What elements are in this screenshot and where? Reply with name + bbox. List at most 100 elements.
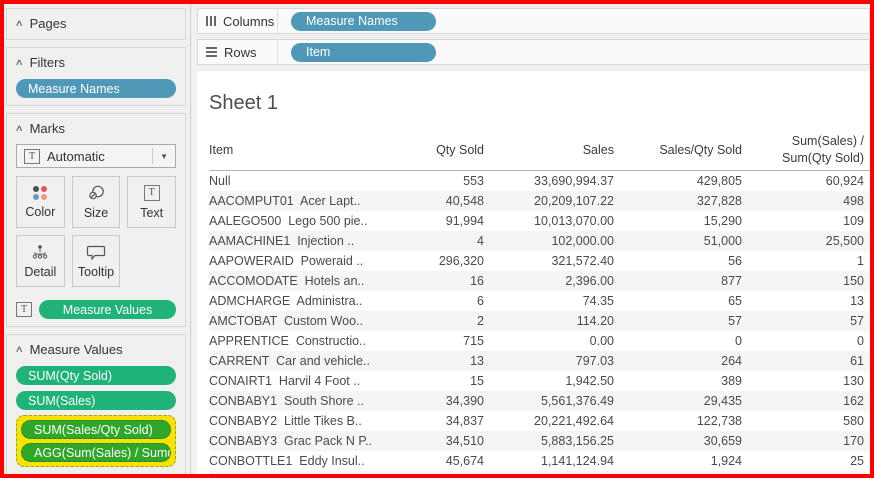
column-header[interactable]: Sales (484, 143, 614, 157)
color-button[interactable]: Color (16, 176, 65, 228)
table-cell[interactable]: 877 (614, 274, 742, 288)
table-cell[interactable]: 580 (742, 414, 864, 428)
pages-shelf[interactable]: ∧ Pages (6, 8, 186, 40)
table-cell[interactable]: AMCTOBAT Custom Woo.. (209, 314, 409, 328)
table-cell[interactable]: 10,013,070.00 (484, 214, 614, 228)
table-cell[interactable]: 0 (742, 334, 864, 348)
filters-shelf[interactable]: ∧ Filters Measure Names (6, 47, 186, 106)
marks-pill-measure-values[interactable]: Measure Values (39, 300, 176, 319)
mv-pill-sum-sales-per-qty[interactable]: SUM(Sales/Qty Sold) (21, 420, 171, 439)
table-cell[interactable]: 1,141,124.94 (484, 454, 614, 468)
table-cell[interactable]: 15,290 (614, 214, 742, 228)
table-cell[interactable]: 553 (409, 174, 484, 188)
columns-pill-measure-names[interactable]: Measure Names (291, 12, 436, 31)
size-button[interactable]: Size (72, 176, 121, 228)
text-encoding-icon[interactable]: T (16, 302, 32, 317)
chevron-down-icon[interactable]: ▼ (160, 152, 168, 161)
table-cell[interactable]: 61 (742, 354, 864, 368)
table-cell[interactable]: 60,924 (742, 174, 864, 188)
table-cell[interactable]: 2 (409, 314, 484, 328)
table-row[interactable]: AAMACHINE1 Injection ..4102,000.0051,000… (209, 231, 870, 251)
table-row[interactable]: Null55333,690,994.37429,80560,924 (209, 171, 870, 191)
column-header[interactable]: Item (209, 143, 409, 157)
mv-pill-agg-ratio[interactable]: AGG(Sum(Sales) / Sum(... (21, 443, 171, 462)
table-row[interactable]: APPRENTICE Constructio..7150.0000 (209, 331, 870, 351)
table-cell[interactable]: 51,000 (614, 234, 742, 248)
table-cell[interactable]: 797.03 (484, 354, 614, 368)
table-cell[interactable]: AALEGO500 Lego 500 pie.. (209, 214, 409, 228)
table-cell[interactable]: CARRENT Car and vehicle.. (209, 354, 409, 368)
table-cell[interactable]: AAPOWERAID Poweraid .. (209, 254, 409, 268)
table-cell[interactable]: CONBABY3 Grac Pack N P.. (209, 434, 409, 448)
table-cell[interactable]: AACOMPUT01 Acer Lapt.. (209, 194, 409, 208)
table-cell[interactable]: 16 (409, 274, 484, 288)
table-cell[interactable]: 327,828 (614, 194, 742, 208)
table-cell[interactable]: 429,805 (614, 174, 742, 188)
table-cell[interactable]: 34,390 (409, 394, 484, 408)
rows-pill-item[interactable]: Item (291, 43, 436, 62)
column-header[interactable]: Qty Sold (409, 143, 484, 157)
table-cell[interactable]: AAMACHINE1 Injection .. (209, 234, 409, 248)
mv-pill-sum-sales[interactable]: SUM(Sales) (16, 391, 176, 410)
table-cell[interactable]: 498 (742, 194, 864, 208)
table-cell[interactable]: 91,994 (409, 214, 484, 228)
table-cell[interactable]: 102,000.00 (484, 234, 614, 248)
table-cell[interactable]: 65 (614, 294, 742, 308)
table-cell[interactable]: 1 (742, 254, 864, 268)
table-cell[interactable]: 33,690,994.37 (484, 174, 614, 188)
table-row[interactable]: CONBABY2 Little Tikes B..34,83720,221,49… (209, 411, 870, 431)
collapse-caret-icon[interactable]: ∧ (15, 19, 24, 28)
table-cell[interactable]: 15 (409, 374, 484, 388)
table-cell[interactable]: Null (209, 174, 409, 188)
table-row[interactable]: AMCTOBAT Custom Woo..2114.205757 (209, 311, 870, 331)
table-cell[interactable]: 45,674 (409, 454, 484, 468)
table-cell[interactable]: 5,561,376.49 (484, 394, 614, 408)
table-cell[interactable]: 170 (742, 434, 864, 448)
table-cell[interactable]: ADMCHARGE Administra.. (209, 294, 409, 308)
table-row[interactable]: CONCHAIR1 Caravan Can..24,2441,663,774.9… (209, 471, 870, 474)
table-row[interactable]: CONAIRT1 Harvil 4 Foot ..151,942.5038913… (209, 371, 870, 391)
table-row[interactable]: CONBABY1 South Shore ..34,3905,561,376.4… (209, 391, 870, 411)
detail-button[interactable]: Detail (16, 235, 65, 287)
table-cell[interactable]: 20,209,107.22 (484, 194, 614, 208)
table-cell[interactable]: 1,924 (614, 454, 742, 468)
table-cell[interactable]: APPRENTICE Constructio.. (209, 334, 409, 348)
table-cell[interactable]: 57 (614, 314, 742, 328)
table-cell[interactable]: 5,883,156.25 (484, 434, 614, 448)
mark-type-dropdown[interactable]: T Automatic ▼ (16, 144, 176, 168)
table-row[interactable]: ADMCHARGE Administra..674.356513 (209, 291, 870, 311)
table-cell[interactable]: CONBABY2 Little Tikes B.. (209, 414, 409, 428)
table-cell[interactable]: 715 (409, 334, 484, 348)
columns-shelf[interactable]: Columns Measure Names (197, 8, 870, 34)
table-cell[interactable]: 1,942.50 (484, 374, 614, 388)
table-cell[interactable]: 122,738 (614, 414, 742, 428)
text-button[interactable]: T Text (127, 176, 176, 228)
table-cell[interactable]: 114.20 (484, 314, 614, 328)
tooltip-button[interactable]: Tooltip (72, 235, 121, 287)
table-row[interactable]: CONBOTTLE1 Eddy Insul..45,6741,141,124.9… (209, 451, 870, 471)
table-cell[interactable]: 109 (742, 214, 864, 228)
table-cell[interactable]: 162 (742, 394, 864, 408)
table-cell[interactable]: 57 (742, 314, 864, 328)
table-cell[interactable]: 29,435 (614, 394, 742, 408)
table-cell[interactable]: CONAIRT1 Harvil 4 Foot .. (209, 374, 409, 388)
column-header[interactable]: Sales/Qty Sold (614, 143, 742, 157)
table-cell[interactable]: 74.35 (484, 294, 614, 308)
column-header[interactable]: Sum(Sales) / Sum(Qty Sold) (742, 133, 864, 167)
table-cell[interactable]: 264 (614, 354, 742, 368)
table-cell[interactable]: 40,548 (409, 194, 484, 208)
table-cell[interactable]: 321,572.40 (484, 254, 614, 268)
table-row[interactable]: ACCOMODATE Hotels an..162,396.00877150 (209, 271, 870, 291)
table-cell[interactable]: 56 (614, 254, 742, 268)
table-cell[interactable]: 4 (409, 234, 484, 248)
table-cell[interactable]: 13 (742, 294, 864, 308)
table-cell[interactable]: 34,510 (409, 434, 484, 448)
rows-shelf[interactable]: Rows Item (197, 39, 870, 65)
table-row[interactable]: AAPOWERAID Poweraid ..296,320321,572.405… (209, 251, 870, 271)
table-cell[interactable]: 2,396.00 (484, 274, 614, 288)
table-cell[interactable]: CONBABY1 South Shore .. (209, 394, 409, 408)
table-cell[interactable]: 0.00 (484, 334, 614, 348)
mv-pill-sum-qty-sold[interactable]: SUM(Qty Sold) (16, 366, 176, 385)
table-cell[interactable]: 25,500 (742, 234, 864, 248)
table-cell[interactable]: 150 (742, 274, 864, 288)
